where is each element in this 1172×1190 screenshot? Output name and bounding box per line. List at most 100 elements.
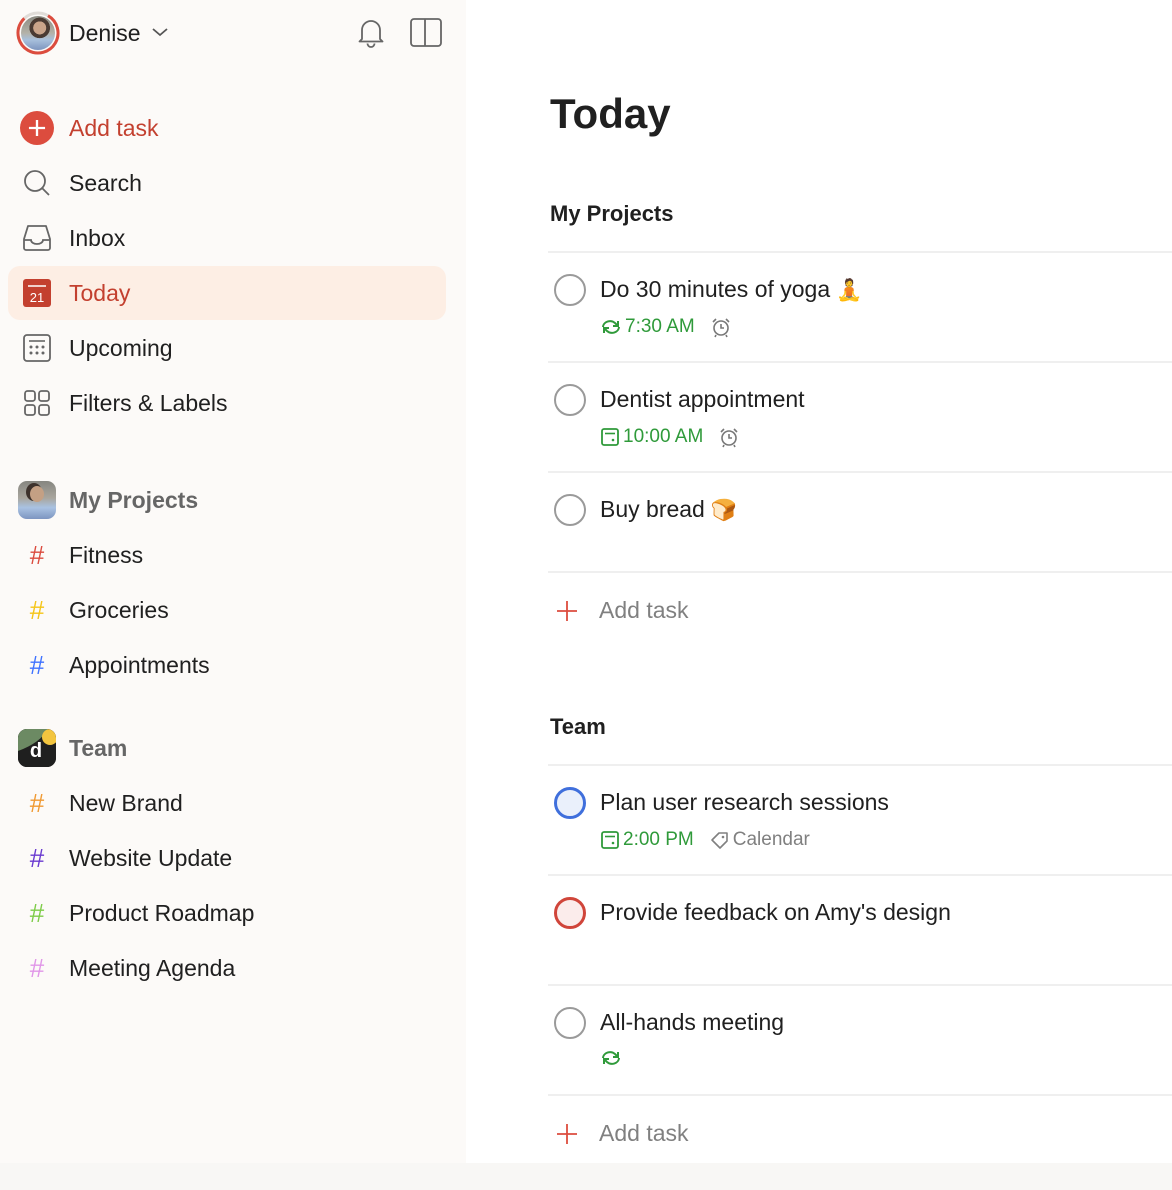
divider xyxy=(548,361,1172,363)
hash-icon: # xyxy=(29,787,45,818)
task-checkbox[interactable] xyxy=(554,1007,586,1039)
plus-circle-icon xyxy=(20,111,54,145)
nav-label: Filters & Labels xyxy=(69,389,228,416)
project-groceries[interactable]: # Groceries xyxy=(8,585,446,635)
task-title: Do 30 minutes of yoga 🧘 xyxy=(600,276,863,302)
sidebar: Denise Add task Search Inbox 21 Today Up… xyxy=(0,0,466,1163)
divider xyxy=(548,874,1172,876)
project-label: Appointments xyxy=(69,651,210,678)
divider xyxy=(548,471,1172,473)
user-avatar xyxy=(18,481,56,519)
add-task-label: Add task xyxy=(599,597,689,623)
tag-icon xyxy=(710,832,728,849)
project-label: Product Roadmap xyxy=(69,899,255,926)
calendar-icon xyxy=(601,428,619,446)
project-label: Fitness xyxy=(69,541,144,568)
group-team[interactable]: d Team xyxy=(8,723,446,773)
plus-icon xyxy=(554,1121,580,1147)
sidebar-toggle-icon[interactable] xyxy=(408,16,444,53)
nav-search[interactable]: Search xyxy=(8,156,446,210)
yoga-emoji: 🧘 xyxy=(836,279,863,302)
user-menu-button[interactable]: Denise xyxy=(16,11,169,55)
project-label: New Brand xyxy=(69,789,183,816)
nav-label: Upcoming xyxy=(69,334,173,361)
bread-emoji: 🍞 xyxy=(710,499,738,522)
bell-icon[interactable] xyxy=(356,16,386,53)
search-icon xyxy=(20,166,54,200)
project-label: Groceries xyxy=(69,596,169,623)
nav-label: Inbox xyxy=(69,224,126,251)
page-title: Today xyxy=(550,90,671,137)
project-meeting-agenda[interactable]: # Meeting Agenda xyxy=(8,943,446,993)
chevron-down-icon xyxy=(151,25,169,43)
bottom-bar xyxy=(0,1163,1172,1190)
section-title: Team xyxy=(550,714,606,739)
nav-label: Add task xyxy=(69,114,159,141)
task-checkbox[interactable] xyxy=(554,274,586,306)
task-title: Dentist appointment xyxy=(600,386,805,412)
task-title: Plan user research sessions xyxy=(600,789,889,815)
due-date[interactable]: 7:30 AM xyxy=(600,316,695,338)
task-checkbox[interactable] xyxy=(554,494,586,526)
add-task-button[interactable]: Add task xyxy=(554,1120,689,1147)
group-label: Team xyxy=(69,734,128,761)
project-label: Meeting Agenda xyxy=(69,954,236,981)
svg-text:21: 21 xyxy=(30,290,44,305)
group-my-projects[interactable]: My Projects xyxy=(8,475,446,525)
task-checkbox[interactable] xyxy=(554,897,586,929)
task-meta xyxy=(600,1049,625,1067)
calendar-today-icon: 21 xyxy=(20,276,54,310)
hash-icon: # xyxy=(29,649,45,680)
repeat-icon xyxy=(602,1051,620,1065)
divider xyxy=(548,571,1172,573)
avatar xyxy=(16,11,60,55)
user-name: Denise xyxy=(69,19,141,46)
nav-add-task[interactable]: Add task xyxy=(8,101,446,155)
task-checkbox[interactable] xyxy=(554,787,586,819)
alarm-icon[interactable] xyxy=(718,426,740,448)
svg-text:d: d xyxy=(30,740,42,762)
task-meta: 10:00 AM xyxy=(600,426,740,448)
nav-label: Search xyxy=(69,169,142,196)
label-tag[interactable]: Calendar xyxy=(710,829,810,851)
hash-icon: # xyxy=(29,897,45,928)
task-title: All-hands meeting xyxy=(600,1009,785,1035)
recurring-indicator[interactable] xyxy=(600,1049,625,1067)
nav-label: Today xyxy=(69,279,131,306)
hash-icon: # xyxy=(29,842,45,873)
task-title: Provide feedback on Amy's design xyxy=(600,899,951,925)
due-date[interactable]: 10:00 AM xyxy=(600,426,703,448)
task-meta: 2:00 PM Calendar xyxy=(600,829,810,851)
inbox-icon xyxy=(20,221,54,255)
divider xyxy=(548,984,1172,986)
task-checkbox[interactable] xyxy=(554,384,586,416)
group-label: My Projects xyxy=(69,486,199,513)
add-task-button[interactable]: Add task xyxy=(554,597,689,624)
hash-icon: # xyxy=(29,539,45,570)
divider xyxy=(548,251,1172,253)
nav-inbox[interactable]: Inbox xyxy=(8,211,446,265)
calendar-icon xyxy=(601,831,619,849)
project-fitness[interactable]: # Fitness xyxy=(8,530,446,580)
project-appointments[interactable]: # Appointments xyxy=(8,640,446,690)
due-date[interactable]: 2:00 PM xyxy=(600,829,694,851)
main-content: Today My Projects Do 30 minutes of yoga 🧘… xyxy=(466,0,1172,1163)
plus-icon xyxy=(554,598,580,624)
task-meta: 7:30 AM xyxy=(600,316,732,338)
hash-icon: # xyxy=(29,952,45,983)
project-product-roadmap[interactable]: # Product Roadmap xyxy=(8,888,446,938)
project-label: Website Update xyxy=(69,844,233,871)
add-task-label: Add task xyxy=(599,1120,689,1146)
calendar-grid-icon xyxy=(20,331,54,365)
divider xyxy=(548,764,1172,766)
nav-upcoming[interactable]: Upcoming xyxy=(8,321,446,375)
project-website-update[interactable]: # Website Update xyxy=(8,833,446,883)
project-new-brand[interactable]: # New Brand xyxy=(8,778,446,828)
nav-filters-labels[interactable]: Filters & Labels xyxy=(8,376,446,430)
divider xyxy=(548,1094,1172,1096)
hash-icon: # xyxy=(29,594,45,625)
nav-today[interactable]: 21 Today xyxy=(8,266,446,320)
section-title: My Projects xyxy=(550,201,674,226)
repeat-icon xyxy=(602,320,620,334)
alarm-icon[interactable] xyxy=(710,316,732,338)
